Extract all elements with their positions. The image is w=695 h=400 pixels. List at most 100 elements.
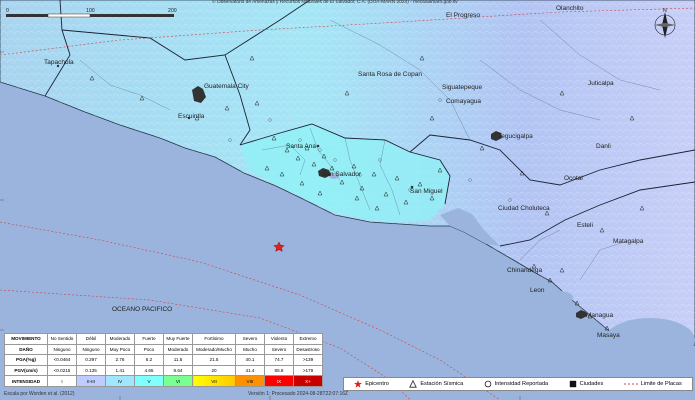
lake-nicaragua — [605, 318, 695, 362]
table-cell: <0.0215 — [47, 364, 77, 377]
legend-label: Intensidad Reportada — [494, 381, 549, 387]
intensity-swatch: I — [47, 375, 77, 387]
table-cell: <0.0464 — [47, 354, 77, 366]
row-intensidad: INTENSIDAD I II-III IV V VI VII VIII IX … — [4, 375, 323, 387]
legend-label: Ciudades — [579, 381, 604, 387]
place-label: Olanchito — [556, 5, 584, 12]
circle-icon — [484, 380, 491, 388]
place-label: El Progreso — [446, 12, 480, 19]
legend-label: Estación Sísmica — [420, 381, 464, 387]
scale-label: 100 — [86, 8, 95, 14]
place-label: Siguatepeque — [442, 84, 483, 91]
legend-cities: Ciudades — [569, 380, 604, 388]
triangle-icon — [409, 380, 418, 388]
table-cell: Débil — [76, 333, 106, 345]
table-cell: Fortísimo — [192, 333, 236, 345]
table-cell: No Sentido — [47, 333, 77, 345]
legend-label: Epicentro — [365, 381, 389, 387]
place-label: San Salvador — [322, 171, 362, 178]
legend-plates: Limite de Placas — [623, 380, 682, 388]
table-cell: 6.2 — [134, 354, 164, 366]
table-cell: 85.8 — [264, 364, 294, 377]
row-header: PGA(%g) — [4, 354, 48, 366]
table-cell: Poco — [134, 343, 164, 356]
place-label: Comayagua — [446, 98, 481, 105]
row-header: DAÑO — [4, 343, 48, 356]
city-square-icon — [569, 380, 576, 388]
place-label: Chinandega — [507, 267, 542, 274]
place-label: Esteli — [577, 222, 593, 229]
legend-reported: Intensidad Reportada — [484, 380, 549, 388]
scale-bar: 0 100 200 — [6, 8, 177, 18]
table-cell: Severo — [264, 343, 294, 356]
table-cell: Muy Fuerte — [163, 333, 193, 345]
intensity-swatch: IX — [264, 375, 294, 387]
intensity-swatch: V — [134, 375, 164, 387]
table-cell: Fuerte — [134, 333, 164, 345]
scale-label: 0 — [6, 8, 9, 14]
place-label: Escuintla — [178, 113, 205, 120]
table-cell: 20 — [192, 364, 236, 377]
place-label: San Miguel — [410, 188, 443, 195]
table-cell: 41.4 — [235, 364, 265, 377]
row-header: MOVIMIENTO — [4, 333, 48, 345]
table-cell: 11.5 — [163, 354, 193, 366]
place-label: Juticalpa — [588, 80, 614, 87]
north-arrow-icon: N — [654, 8, 676, 38]
table-cell: Desastroso — [293, 343, 323, 356]
intensity-swatch: VI — [163, 375, 193, 387]
row-dano: DAÑO Ninguno Ninguno Muy Poco Poco Moder… — [4, 343, 323, 356]
row-movimiento: MOVIMIENTO No Sentido Débil Moderado Fue… — [4, 333, 323, 345]
table-cell: Moderado — [163, 343, 193, 356]
table-cell: 0.135 — [76, 364, 106, 377]
table-cell: >139 — [293, 354, 323, 366]
place-label: Leon — [530, 287, 545, 294]
intensity-swatch: X+ — [293, 375, 323, 387]
scale-label: 200 — [168, 8, 177, 14]
place-label: Guatemala City — [204, 83, 250, 90]
table-cell: 2.76 — [105, 354, 135, 366]
table-cell: Muy Poco — [105, 343, 135, 356]
intensity-scale-table: MOVIMIENTO No Sentido Débil Moderado Fue… — [4, 333, 323, 387]
dashed-line-icon — [623, 383, 638, 385]
place-label: Ocotal — [564, 175, 583, 182]
table-cell: Violento — [264, 333, 294, 345]
table-cell: 0.297 — [76, 354, 106, 366]
place-label: Santa Ana — [286, 143, 316, 150]
lake-managua — [547, 291, 573, 305]
north-label: N — [663, 8, 667, 14]
place-label: Ciudad Choluteca — [498, 205, 550, 212]
row-pga: PGA(%g) <0.0464 0.297 2.76 6.2 11.5 21.5… — [4, 354, 323, 366]
legend-station: Estación Sísmica — [409, 380, 463, 388]
intensity-swatch: II-III — [76, 375, 106, 387]
legend-label: Limite de Placas — [640, 381, 682, 387]
row-header: INTENSIDAD — [4, 375, 48, 387]
place-label: Matagalpa — [613, 238, 644, 245]
version-text: Versión 1: Procesado 2024-08-28T22:07:16… — [248, 391, 349, 397]
place-label: Tapachula — [44, 59, 74, 66]
table-cell: >178 — [293, 364, 323, 377]
place-label: Tegucigalpa — [498, 133, 533, 140]
place-label: Masaya — [597, 332, 620, 339]
table-cell: Moderado — [105, 333, 135, 345]
copyright-text: © Observatorio de Amenazas y Recursos Na… — [212, 0, 458, 5]
star-icon — [354, 380, 363, 388]
scale-credit: Escala por Worden et al. (2012) — [4, 391, 75, 397]
place-label: Santa Rosa de Copan — [358, 71, 422, 78]
table-cell: Moderado/Mucho — [192, 343, 236, 356]
map-legend: Epicentro Estación Sísmica Intensidad Re… — [343, 377, 693, 391]
row-header: PGV(cm/s) — [4, 364, 48, 377]
table-cell: 4.65 — [134, 364, 164, 377]
ocean-label: OCEANO PACIFICO — [112, 306, 172, 313]
intensity-swatch: VII — [192, 375, 236, 387]
intensity-swatch: IV — [105, 375, 135, 387]
shakemap-frame: Tapachula Guatemala City Escuintla Santa… — [0, 0, 695, 400]
table-cell: Mucho — [235, 343, 265, 356]
table-cell: Severo — [235, 333, 265, 345]
table-cell: 40.1 — [235, 354, 265, 366]
table-cell: 9.64 — [163, 364, 193, 377]
table-cell: 74.7 — [264, 354, 294, 366]
table-cell: Ninguno — [76, 343, 106, 356]
legend-epicenter: Epicentro — [354, 380, 389, 388]
table-cell: 1.41 — [105, 364, 135, 377]
